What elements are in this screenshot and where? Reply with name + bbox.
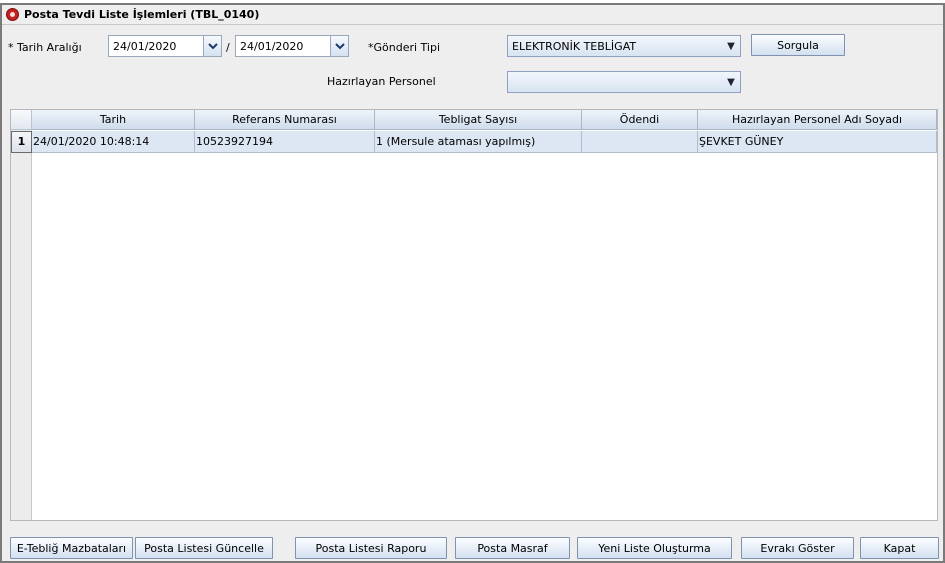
app-seal-icon [6, 8, 19, 21]
chevron-down-icon[interactable] [330, 36, 348, 56]
staff-select[interactable]: ▼ [507, 71, 741, 93]
cell-tebligat[interactable]: 1 (Mersule ataması yapılmış) [375, 131, 582, 153]
chevron-down-icon[interactable]: ▼ [722, 36, 740, 56]
posta-masraf-button[interactable]: Posta Masraf [455, 537, 570, 559]
column-header-tebligat[interactable]: Tebligat Sayısı [375, 110, 582, 130]
posta-masraf-label[interactable]: Posta Masraf [477, 542, 547, 555]
kapat-button[interactable]: Kapat [860, 537, 939, 559]
date-range-label: * Tarih Aralığı [8, 41, 82, 54]
title-bar[interactable]: Posta Tevdi Liste İşlemleri (TBL_0140) [2, 5, 943, 25]
staff-label: Hazırlayan Personel [327, 75, 436, 88]
cell-tarih[interactable]: 24/01/2020 10:48:14 [32, 131, 195, 153]
table-corner[interactable] [11, 110, 32, 130]
chevron-down-icon[interactable] [203, 36, 221, 56]
query-button[interactable]: Sorgula [751, 34, 845, 56]
date-to-value[interactable]: 24/01/2020 [240, 40, 303, 53]
window-title: Posta Tevdi Liste İşlemleri (TBL_0140) [24, 8, 260, 21]
send-type-select[interactable]: ELEKTRONİK TEBLİGAT ▼ [507, 35, 741, 57]
date-from-value[interactable]: 24/01/2020 [113, 40, 176, 53]
column-header-referans[interactable]: Referans Numarası [195, 110, 375, 130]
evraki-goster-button[interactable]: Evrakı Göster [741, 537, 854, 559]
posta-listesi-raporu-button[interactable]: Posta Listesi Raporu [295, 537, 447, 559]
cell-odendi[interactable] [582, 131, 698, 153]
evraki-goster-label[interactable]: Evrakı Göster [760, 542, 834, 555]
column-header-personel[interactable]: Hazırlayan Personel Adı Soyadı [698, 110, 937, 130]
chevron-down-icon[interactable]: ▼ [722, 72, 740, 92]
posta-listesi-guncelle-button[interactable]: Posta Listesi Güncelle [135, 537, 273, 559]
date-from-picker[interactable]: 24/01/2020 [108, 35, 222, 57]
date-separator: / [226, 41, 230, 54]
send-type-label: *Gönderi Tipi [368, 41, 441, 54]
kapat-label[interactable]: Kapat [884, 542, 916, 555]
yeni-liste-olusturma-button[interactable]: Yeni Liste Oluşturma [577, 537, 732, 559]
date-to-picker[interactable]: 24/01/2020 [235, 35, 349, 57]
e-teblig-mazbatalari-button[interactable]: E-Tebliğ Mazbataları [10, 537, 133, 559]
send-type-value[interactable]: ELEKTRONİK TEBLİGAT [512, 40, 636, 53]
cell-personel[interactable]: ŞEVKET GÜNEY [698, 131, 937, 153]
posta-listesi-raporu-label[interactable]: Posta Listesi Raporu [316, 542, 427, 555]
e-teblig-mazbatalari-label[interactable]: E-Tebliğ Mazbataları [17, 542, 126, 555]
app-window: Posta Tevdi Liste İşlemleri (TBL_0140) *… [0, 3, 945, 563]
column-header-tarih[interactable]: Tarih [32, 110, 195, 130]
column-header-odendi[interactable]: Ödendi [582, 110, 698, 130]
results-table[interactable]: Tarih Referans Numarası Tebligat Sayısı … [10, 109, 938, 521]
cell-referans[interactable]: 10523927194 [195, 131, 375, 153]
row-number[interactable]: 1 [11, 131, 32, 153]
query-button-label[interactable]: Sorgula [777, 39, 819, 52]
row-header-column [11, 110, 32, 520]
posta-listesi-guncelle-label[interactable]: Posta Listesi Güncelle [144, 542, 264, 555]
yeni-liste-olusturma-label[interactable]: Yeni Liste Oluşturma [598, 542, 711, 555]
